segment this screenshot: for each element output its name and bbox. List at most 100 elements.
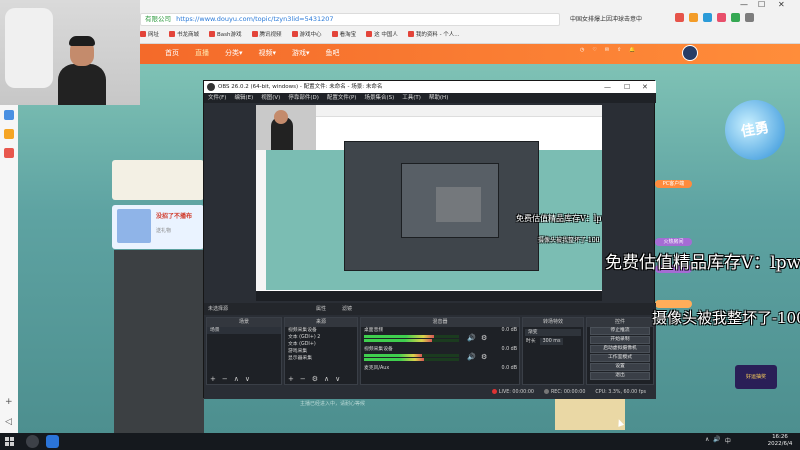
gear-icon[interactable]: ⚙ (481, 353, 487, 361)
gear-icon[interactable]: ⚙ (312, 375, 318, 384)
volume-icon[interactable]: 🔊 (713, 436, 720, 445)
obs-titlebar: OBS 26.0.2 (64-bit, windows) - 配置文件: 未命名… (204, 81, 656, 93)
nav-game[interactable]: 游戏▾ (292, 48, 310, 58)
move-down-button[interactable]: ∨ (335, 375, 340, 384)
move-up-button[interactable]: ∧ (234, 375, 239, 384)
add-source-button[interactable]: + (288, 375, 294, 384)
search-hint[interactable]: 中国女排爆上因冲球击意中 (570, 14, 642, 23)
bookmark-item[interactable]: 我的资料 - 个人... (407, 29, 460, 39)
source-item[interactable]: 显示器采集 (285, 355, 357, 362)
promo-banner[interactable]: 没招了不播布 送礼物 (112, 205, 204, 249)
lottery-badge[interactable]: 好运抽奖 (735, 365, 777, 389)
nav-fishbar[interactable]: 鱼吧 (326, 48, 340, 58)
history-icon[interactable]: ◷ (580, 47, 584, 53)
upload-icon[interactable]: ⇧ (617, 47, 621, 53)
avatar[interactable] (682, 45, 698, 61)
download-icon[interactable] (731, 13, 740, 22)
scene-item[interactable]: 场景 (207, 327, 281, 334)
add-scene-button[interactable]: + (210, 375, 216, 384)
transition-select[interactable]: 渐变 (525, 329, 581, 336)
settings-button[interactable]: 设置 (590, 363, 650, 371)
bookmark-item[interactable]: Bash游戏 (209, 29, 242, 39)
start-button[interactable] (5, 437, 14, 446)
filters-button[interactable]: 滤镜 (342, 303, 352, 315)
obs-statusbar: LIVE: 00:00:00 REC: 00:00:00 CPU: 3.3%, … (204, 387, 656, 399)
source-item[interactable]: 游戏采集 (285, 348, 357, 355)
menu-scene-collection[interactable]: 场景集合(S) (364, 93, 394, 103)
tray-expand-icon[interactable]: ∧ (705, 436, 709, 445)
speaker-icon[interactable]: 🔊 (467, 353, 476, 361)
bookmark-icon (209, 31, 216, 37)
message-icon[interactable]: ✉ (605, 47, 609, 53)
nav-live[interactable]: 直播 (195, 48, 209, 58)
rail-app-icon[interactable] (4, 110, 14, 120)
gear-icon[interactable]: ⚙ (481, 334, 487, 342)
move-up-button[interactable]: ∧ (324, 375, 329, 384)
hot-room-tag[interactable]: 火热房间 (655, 238, 692, 246)
duration-input[interactable]: 300 ms (539, 338, 564, 345)
menu-help[interactable]: 帮助(H) (429, 93, 448, 103)
menu-tools[interactable]: 工具(T) (402, 93, 421, 103)
left-rail: + ◁ (0, 105, 18, 435)
nested-obs-3 (436, 187, 481, 222)
ime-icon[interactable]: 中 (725, 436, 731, 445)
menu-docks[interactable]: 停靠部件(D) (288, 93, 319, 103)
site-nav: 首页 直播 分类▾ 视频▾ 游戏▾ 鱼吧 (165, 48, 340, 58)
bookmark-item[interactable]: 网址 (140, 29, 159, 39)
menu-edit[interactable]: 编辑(E) (234, 93, 253, 103)
bookmark-item[interactable]: 腾讯视频 (251, 29, 282, 39)
rail-app-icon[interactable] (4, 148, 14, 158)
bookmark-item[interactable]: 这 中国人 (366, 29, 398, 39)
clock[interactable]: 16:26 2022/6/4 (763, 434, 797, 448)
menu-file[interactable]: 文件(F) (208, 93, 226, 103)
studio-mode-button[interactable]: 工作室模式 (590, 354, 650, 362)
obs-maximize-button[interactable]: ☐ (624, 81, 630, 93)
follow-icon[interactable]: ♡ (592, 47, 596, 53)
volume-meter (364, 358, 424, 361)
bookmark-item[interactable]: 看淘宝 (331, 29, 356, 39)
source-item[interactable]: 文本 (GDI+) 2 (285, 334, 357, 341)
nav-category[interactable]: 分类▾ (225, 48, 243, 58)
obs-taskbar-icon[interactable] (26, 435, 39, 448)
track-db: 0.0 dB (501, 328, 518, 333)
start-recording-button[interactable]: 开始录制 (590, 336, 650, 344)
menu-icon[interactable] (745, 13, 754, 22)
remove-scene-button[interactable]: − (222, 375, 228, 384)
minimize-button[interactable]: — (740, 0, 748, 10)
properties-button[interactable]: 属性 (316, 303, 326, 315)
pc-client-tag[interactable]: PC客户端 (655, 180, 692, 188)
rail-app-icon[interactable] (4, 129, 14, 139)
obs-minimize-button[interactable]: — (604, 81, 611, 93)
no-source-label: 未选择源 (208, 306, 229, 312)
nav-home[interactable]: 首页 (165, 48, 179, 58)
source-item[interactable]: 文本 (GDI+) (285, 341, 357, 348)
menu-view[interactable]: 视图(V) (261, 93, 280, 103)
collapse-icon[interactable]: ◁ (5, 417, 12, 427)
controls-dock: 控件 停止推流 开始录制 启动虚拟摄像机 工作室模式 设置 退出 (586, 317, 654, 385)
virtual-camera-button[interactable]: 启动虚拟摄像机 (590, 345, 650, 353)
source-item[interactable]: 视频采集设备 (285, 327, 357, 334)
stop-streaming-button[interactable]: 停止推流 (590, 327, 650, 335)
menu-profile[interactable]: 配置文件(P) (327, 93, 357, 103)
nav-video[interactable]: 视频▾ (259, 48, 277, 58)
obs-preview[interactable]: 免费估值精品库存V：lpwy02 摄像头被我整坏了-100 (256, 105, 602, 301)
bookmark-item[interactable]: 游戏中心 (291, 29, 322, 39)
move-down-button[interactable]: ∨ (245, 375, 250, 384)
extension-icon[interactable] (675, 13, 684, 22)
mixer-track: 麦克风/Aux 0.0 dB (361, 365, 519, 384)
address-bar[interactable]: 有限公司 https://www.douyu.com/topic/tzyn3li… (140, 13, 560, 26)
maximize-button[interactable]: ☐ (758, 0, 765, 10)
close-button[interactable]: ✕ (778, 0, 785, 10)
browser-taskbar-icon[interactable] (46, 435, 59, 448)
game-icon[interactable] (689, 13, 698, 22)
obs-close-button[interactable]: ✕ (642, 81, 648, 93)
exit-button[interactable]: 退出 (590, 372, 650, 380)
speaker-icon[interactable]: 🔊 (467, 334, 476, 342)
cloud-icon[interactable] (703, 13, 712, 22)
heart-icon[interactable] (717, 13, 726, 22)
bookmark-item[interactable]: 书龙商城 (169, 29, 199, 39)
add-icon[interactable]: + (5, 397, 13, 407)
bell-icon[interactable]: 🔔 (629, 47, 635, 53)
remove-source-button[interactable]: − (300, 375, 306, 384)
sources-title: 来源 (285, 318, 357, 327)
